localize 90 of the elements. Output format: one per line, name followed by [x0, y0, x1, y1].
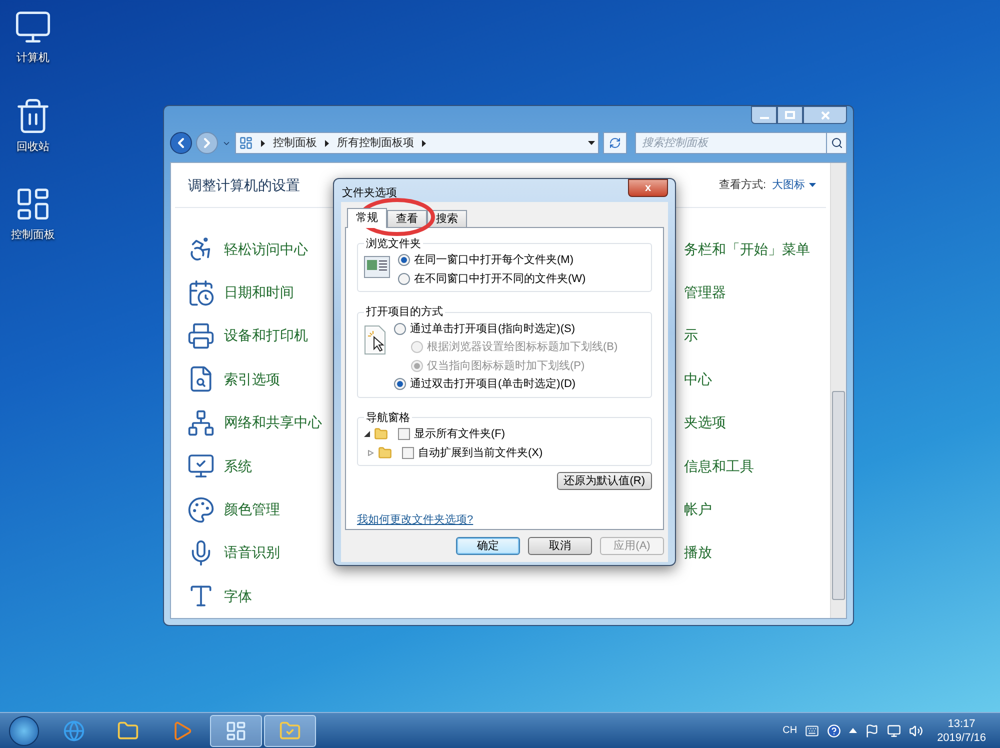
dropdown-caret-icon[interactable] — [588, 141, 595, 145]
control-panel-link[interactable]: 网络和共享中心 — [224, 412, 322, 434]
folder-icon — [279, 720, 301, 742]
flag-icon[interactable] — [865, 724, 880, 738]
folder-icon — [117, 720, 139, 742]
control-panel-link[interactable]: 帐户 — [684, 499, 712, 520]
search-field[interactable]: 搜索控制面板 — [635, 132, 827, 154]
checkbox-label: 自动扩展到当前文件夹(X) — [418, 446, 543, 460]
page-heading: 调整计算机的设置 — [188, 176, 300, 195]
control-panel-link[interactable]: 系统 — [224, 456, 252, 477]
breadcrumb[interactable]: 控制面板 — [273, 134, 317, 152]
control-panel-icon — [239, 136, 253, 150]
taskbar-button[interactable] — [210, 714, 262, 746]
radio-label: 在不同窗口中打开不同的文件夹(W) — [414, 272, 586, 286]
caret-icon — [809, 183, 816, 188]
radio-button[interactable] — [394, 378, 406, 390]
collapsed-arrow-icon[interactable] — [368, 450, 374, 456]
checkbox[interactable] — [402, 446, 414, 459]
breadcrumb-arrow-icon[interactable] — [261, 140, 265, 146]
close-button[interactable] — [803, 106, 847, 124]
control-panel-link[interactable]: 务栏和「开始」菜单 — [684, 238, 810, 260]
control-panel-link[interactable]: 索引选项 — [224, 368, 280, 390]
volume-icon[interactable] — [909, 724, 924, 738]
folder-icon — [374, 427, 388, 442]
control-panel-link[interactable]: 信息和工具 — [684, 456, 754, 477]
maximize-button[interactable] — [777, 106, 803, 124]
control-panel-link[interactable]: 示 — [684, 325, 698, 346]
address-bar[interactable]: 控制面板 所有控制面板项 — [235, 132, 599, 154]
radio-button[interactable] — [394, 322, 406, 335]
control-panel-link[interactable]: 中心 — [684, 368, 712, 390]
dialog-button[interactable]: 取消 — [528, 536, 592, 554]
checkbox-label: 显示所有文件夹(F) — [414, 426, 506, 442]
view-by-dropdown[interactable]: 大图标 — [772, 176, 816, 194]
tab[interactable]: 常规 — [347, 208, 387, 228]
group-title: 导航窗格 — [365, 410, 411, 426]
expanded-arrow-icon[interactable] — [364, 431, 370, 438]
calendar-clock-icon[interactable] — [187, 278, 215, 307]
keyboard-icon[interactable] — [805, 724, 820, 738]
dialog-button[interactable]: 确定 — [456, 536, 520, 554]
tab[interactable]: 查看 — [387, 210, 427, 226]
control-panel-link[interactable]: 设备和打印机 — [224, 325, 308, 346]
restore-defaults-button[interactable]: 还原为默认值(R) — [556, 472, 652, 490]
start-button[interactable] — [9, 716, 39, 746]
view-by-label: 查看方式: — [718, 178, 766, 193]
radio-label: 通过双击打开项目(单击时选定)(D) — [410, 376, 576, 392]
pointer-icon — [364, 324, 386, 354]
close-icon — [820, 110, 830, 120]
search-button[interactable] — [827, 132, 847, 154]
control-panel-link[interactable]: 夹选项 — [684, 412, 726, 434]
group-title: 打开项目的方式 — [365, 304, 444, 320]
printer-icon[interactable] — [187, 322, 215, 350]
control-panel-link[interactable]: 颜色管理 — [224, 499, 280, 520]
search-icon — [830, 137, 842, 149]
desktop-icon-label: 回收站 — [16, 140, 50, 154]
checkbox[interactable] — [398, 428, 410, 440]
radio-label: 仅当指向图标标题时加下划线(P) — [427, 358, 585, 374]
control-panel-link[interactable]: 播放 — [684, 542, 712, 564]
back-button[interactable] — [170, 132, 192, 154]
language-indicator[interactable]: CH — [782, 723, 798, 738]
dialog-title: 文件夹选项 — [341, 186, 397, 201]
minimize-button[interactable] — [751, 106, 777, 124]
globe-icon — [63, 720, 85, 742]
control-panel-link[interactable]: 日期和时间 — [224, 282, 294, 304]
monitor-icon[interactable] — [187, 452, 215, 480]
control-panel-link[interactable]: 管理器 — [684, 282, 726, 304]
control-panel-link[interactable]: 字体 — [224, 586, 252, 607]
radio-label: 根据浏览器设置给图标标题加下划线(B) — [427, 340, 618, 355]
radio-button[interactable] — [398, 254, 410, 266]
breadcrumb[interactable]: 所有控制面板项 — [337, 134, 414, 152]
palette-icon[interactable] — [187, 496, 215, 524]
breadcrumb-arrow-icon[interactable] — [325, 140, 329, 146]
scrollbar[interactable] — [830, 163, 846, 618]
control-panel-link[interactable]: 语音识别 — [224, 542, 280, 564]
refresh-button[interactable] — [603, 132, 627, 154]
window-icon — [364, 256, 390, 278]
desktop-icon-label: 计算机 — [16, 51, 50, 66]
help-link[interactable]: 我如何更改文件夹选项? — [357, 512, 474, 528]
group-title: 浏览文件夹 — [365, 236, 422, 252]
refresh-icon — [609, 137, 621, 149]
desktop-icon-label: 控制面板 — [11, 228, 55, 243]
radio-label: 通过单击打开项目(指向时选定)(S) — [410, 322, 575, 336]
radio-button[interactable] — [398, 272, 410, 285]
folder-icon — [378, 446, 392, 460]
radio-label: 在同一窗口中打开每个文件夹(M) — [414, 252, 574, 268]
breadcrumb-arrow-icon[interactable] — [422, 140, 426, 146]
clock[interactable]: 13:17 2019/7/16 — [937, 716, 986, 744]
help-icon[interactable] — [827, 724, 842, 738]
control-panel-link[interactable]: 轻松访问中心 — [224, 238, 308, 260]
dashboard-icon — [225, 720, 247, 742]
tray-expand-icon[interactable] — [849, 728, 858, 733]
